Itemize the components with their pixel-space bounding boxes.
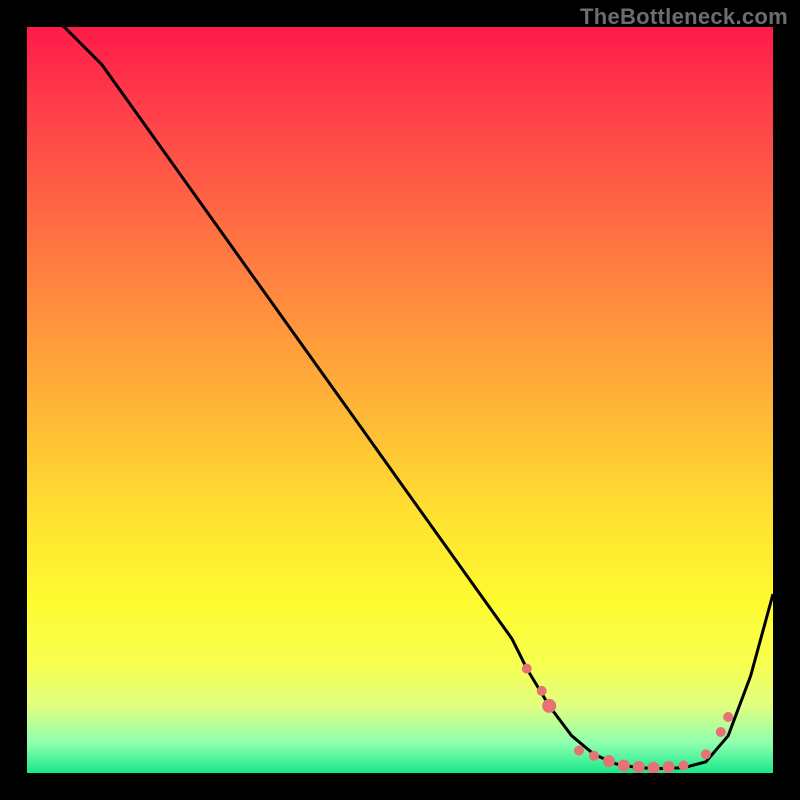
plot-area	[27, 27, 773, 773]
marker-dot	[663, 761, 675, 773]
marker-dot	[542, 699, 556, 713]
highlight-markers	[522, 664, 733, 773]
marker-dot	[574, 746, 584, 756]
marker-dot	[701, 749, 711, 759]
watermark-text: TheBottleneck.com	[580, 4, 788, 30]
marker-dot	[603, 755, 615, 767]
curve-line	[27, 27, 773, 769]
marker-dot	[537, 686, 547, 696]
bottleneck-curve	[27, 27, 773, 769]
marker-dot	[589, 751, 599, 761]
marker-dot	[618, 760, 630, 772]
chart-frame: TheBottleneck.com	[0, 0, 800, 800]
marker-dot	[648, 762, 660, 773]
marker-dot	[522, 664, 532, 674]
marker-dot	[723, 712, 733, 722]
marker-dot	[633, 761, 645, 773]
marker-dot	[679, 761, 689, 771]
marker-dot	[716, 727, 726, 737]
curve-layer	[27, 27, 773, 773]
